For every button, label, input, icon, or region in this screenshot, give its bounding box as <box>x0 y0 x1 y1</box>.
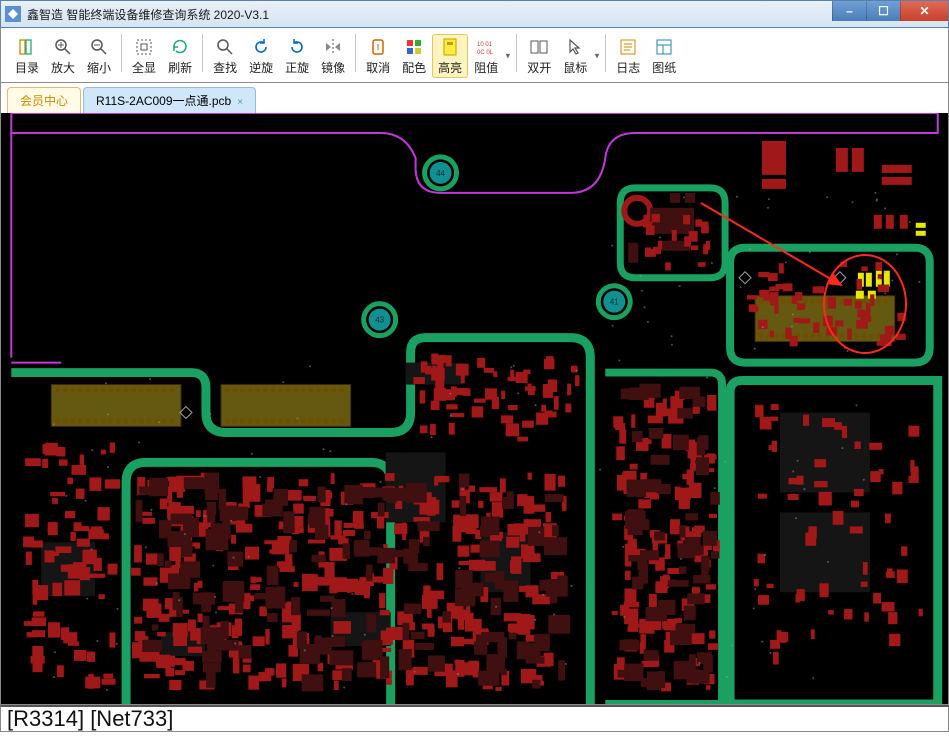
cursor-icon <box>564 36 586 58</box>
toolbar-label: 双开 <box>527 59 551 76</box>
toolbar-label: 高亮 <box>438 59 462 76</box>
toolbar-cursor-button[interactable]: 鼠标 <box>557 34 601 78</box>
pcb-viewport[interactable]: 44 43 41 <box>0 113 949 705</box>
titlebar: 鑫智造 智能终端设备维修查询系统 2020-V3.1 – ☐ ✕ <box>0 0 949 28</box>
catalog-icon <box>16 36 38 58</box>
status-bar: [R3314] [Net733] <box>0 705 949 732</box>
zoom-out-icon <box>88 36 110 58</box>
toolbar-fit-button[interactable]: 全显 <box>126 34 162 78</box>
dual-icon <box>528 36 550 58</box>
close-button[interactable]: ✕ <box>900 1 948 21</box>
toolbar-separator <box>121 34 122 72</box>
svg-text:10 01: 10 01 <box>477 42 493 48</box>
toolbar-mirror-button[interactable]: 镜像 <box>315 34 351 78</box>
svg-text:43: 43 <box>375 316 384 325</box>
toolbar: 目录 放大 缩小 全显 刷新 查找 逆旋 正旋 镜像 取消 配色 高亮 <box>0 28 949 83</box>
mirror-icon <box>322 36 344 58</box>
toolbar-label: 配色 <box>402 59 426 76</box>
rotate-cw-icon <box>286 36 308 58</box>
fit-icon <box>133 36 155 58</box>
status-net: [Net733] <box>90 706 173 732</box>
toolbar-label: 鼠标 <box>563 59 587 76</box>
minimize-button[interactable]: – <box>832 1 866 21</box>
pcb-canvas[interactable]: 44 43 41 <box>1 113 948 704</box>
cancel-icon <box>367 36 389 58</box>
find-icon <box>214 36 236 58</box>
toolbar-label: 全显 <box>132 59 156 76</box>
toolbar-label: 镜像 <box>321 59 345 76</box>
tab-label: 会员中心 <box>20 94 68 108</box>
tabstrip: 会员中心 R11S-2AC009一点通.pcb × <box>0 83 949 113</box>
annotation-circle <box>823 254 907 354</box>
palette-icon <box>403 36 425 58</box>
toolbar-label: 目录 <box>15 59 39 76</box>
toolbar-refresh-button[interactable]: 刷新 <box>162 34 198 78</box>
toolbar-resistance-button[interactable]: 10 01 0C 0L 阻值 <box>468 34 512 78</box>
toolbar-label: 查找 <box>213 59 237 76</box>
tab-member-center[interactable]: 会员中心 <box>7 87 81 113</box>
toolbar-separator <box>355 34 356 72</box>
toolbar-label: 逆旋 <box>249 59 273 76</box>
toolbar-separator <box>516 34 517 72</box>
toolbar-zoom-in-button[interactable]: 放大 <box>45 34 81 78</box>
toolbar-label: 取消 <box>366 59 390 76</box>
toolbar-label: 缩小 <box>87 59 111 76</box>
toolbar-cancel-button[interactable]: 取消 <box>360 34 396 78</box>
maximize-button[interactable]: ☐ <box>866 1 900 21</box>
toolbar-label: 放大 <box>51 59 75 76</box>
toolbar-zoom-out-button[interactable]: 缩小 <box>81 34 117 78</box>
toolbar-label: 日志 <box>616 59 640 76</box>
resistance-icon: 10 01 0C 0L <box>475 36 497 58</box>
rotate-ccw-icon <box>250 36 272 58</box>
zoom-in-icon <box>52 36 74 58</box>
window-title: 鑫智造 智能终端设备维修查询系统 2020-V3.1 <box>27 6 269 23</box>
refresh-icon <box>169 36 191 58</box>
window-controls: – ☐ ✕ <box>832 1 948 21</box>
svg-text:44: 44 <box>436 169 445 178</box>
toolbar-label: 阻值 <box>474 59 498 76</box>
toolbar-label: 正旋 <box>285 59 309 76</box>
toolbar-rot-ccw-button[interactable]: 逆旋 <box>243 34 279 78</box>
toolbar-highlight-button[interactable]: 高亮 <box>432 34 468 78</box>
toolbar-drawing-button[interactable]: 图纸 <box>646 34 682 78</box>
highlight-icon <box>439 36 461 58</box>
status-component: [R3314] <box>7 706 84 732</box>
toolbar-label: 刷新 <box>168 59 192 76</box>
toolbar-dual-button[interactable]: 双开 <box>521 34 557 78</box>
svg-text:0C 0L: 0C 0L <box>477 50 494 56</box>
toolbar-rot-cw-button[interactable]: 正旋 <box>279 34 315 78</box>
tab-label: R11S-2AC009一点通.pcb <box>96 94 231 108</box>
log-icon <box>617 36 639 58</box>
close-icon[interactable]: × <box>237 97 243 108</box>
toolbar-label: 图纸 <box>652 59 676 76</box>
toolbar-catalog-button[interactable]: 目录 <box>9 34 45 78</box>
toolbar-separator <box>202 34 203 72</box>
drawing-icon <box>653 36 675 58</box>
toolbar-separator <box>605 34 606 72</box>
app-icon <box>5 6 21 22</box>
toolbar-find-button[interactable]: 查找 <box>207 34 243 78</box>
toolbar-log-button[interactable]: 日志 <box>610 34 646 78</box>
svg-text:41: 41 <box>610 298 619 307</box>
tab-file[interactable]: R11S-2AC009一点通.pcb × <box>83 87 256 113</box>
toolbar-color-button[interactable]: 配色 <box>396 34 432 78</box>
